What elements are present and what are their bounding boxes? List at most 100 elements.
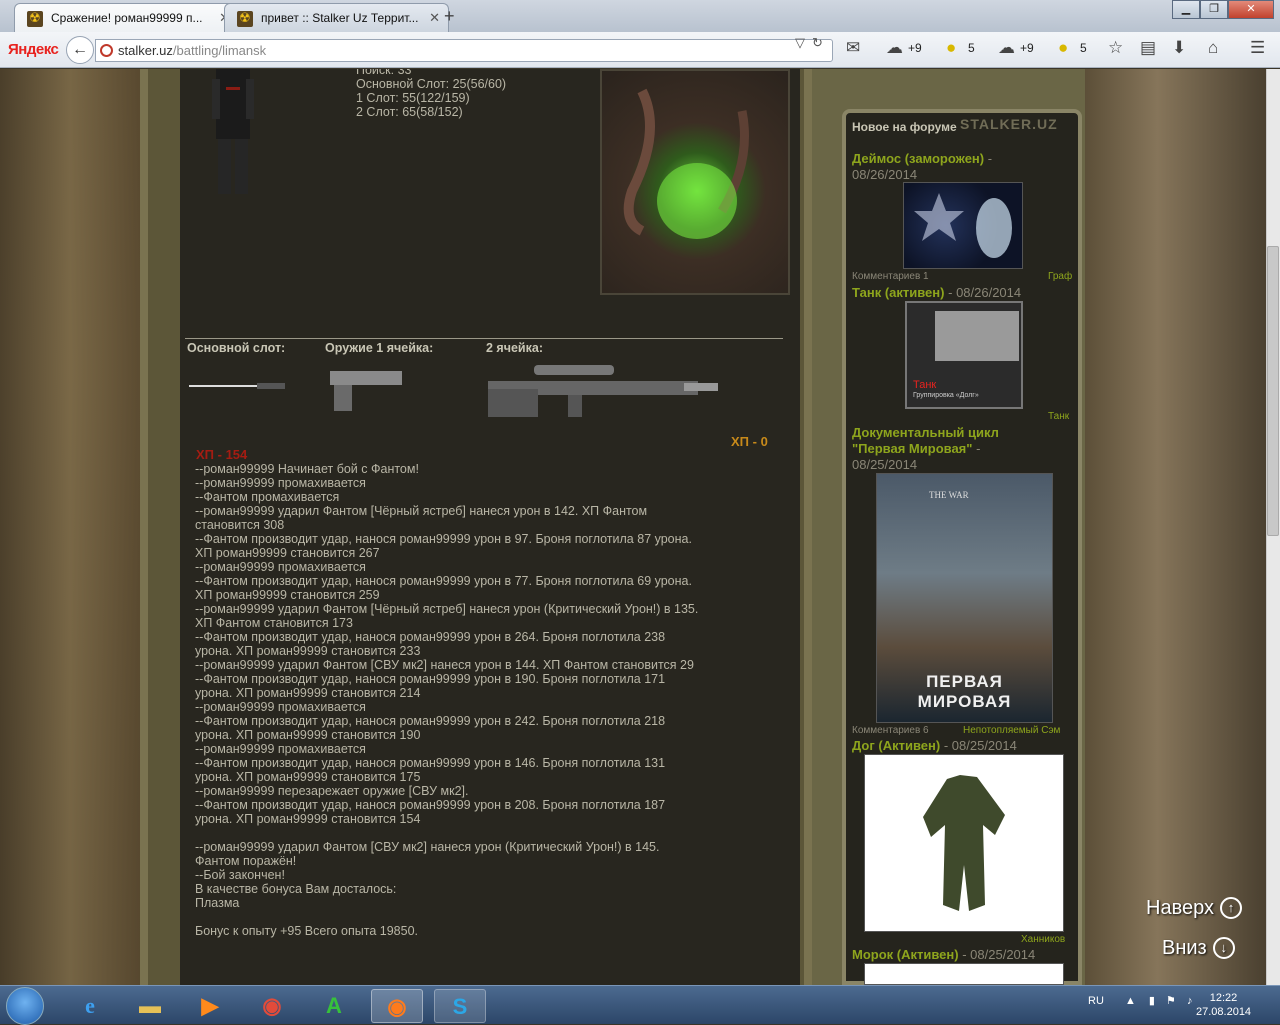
post-author[interactable]: Непотопляемый Сэм: [963, 725, 1060, 736]
log-line: Бонус к опыту +95 Всего опыта 19850.: [195, 924, 418, 938]
address-bar[interactable]: stalker.uz/battling/limansk: [95, 39, 833, 62]
new-tab-icon[interactable]: +: [444, 6, 455, 27]
tab-battle[interactable]: Сражение! роман99999 п... ✕: [14, 3, 239, 32]
sniper-rifle-icon[interactable]: [484, 359, 720, 423]
log-line: урона. ХП роман99999 становится 233: [195, 644, 421, 658]
maximize-icon[interactable]: ❐: [1200, 0, 1228, 19]
minimize-icon[interactable]: ▁: [1172, 0, 1200, 19]
sidebar-title: Новое на форуме: [852, 120, 957, 134]
logo-text: Яндекс: [8, 41, 59, 58]
download-icon[interactable]: ⬇: [1172, 38, 1186, 58]
pistol-icon[interactable]: [328, 367, 404, 413]
player-hp: ХП - 154: [196, 447, 248, 462]
traffic-icon[interactable]: ●: [946, 38, 956, 58]
player-avatar: [212, 69, 254, 194]
yandex-logo[interactable]: Яндекс: [8, 41, 59, 58]
flag-icon[interactable]: ⚑: [1166, 995, 1176, 1007]
comment-count[interactable]: Комментариев 1: [852, 271, 929, 282]
forum-post-title[interactable]: Деймос (заморожен) -: [852, 151, 992, 166]
dropdown-icon[interactable]: ▽: [795, 35, 805, 51]
tray-arrow-icon[interactable]: ▲: [1125, 995, 1136, 1007]
mail-icon[interactable]: ✉: [846, 38, 860, 58]
knife-icon[interactable]: [187, 379, 287, 393]
log-line: Фантом поражён!: [195, 854, 297, 868]
firefox-icon[interactable]: ◉: [371, 989, 423, 1023]
post-author[interactable]: Ханников: [1021, 934, 1065, 945]
forum-post-title[interactable]: "Первая Мировая" -: [852, 441, 980, 456]
cloud-rain-icon[interactable]: ☁: [886, 38, 903, 58]
log-line: урона. ХП роман99999 становится 214: [195, 686, 421, 700]
stat-line: Основной Слот: 25(56/60): [356, 77, 507, 91]
forum-post-title[interactable]: Документальный цикл: [852, 425, 999, 440]
back-button[interactable]: ←: [66, 36, 94, 64]
app-a-icon[interactable]: A: [308, 989, 360, 1023]
close-tab-icon[interactable]: ✕: [429, 10, 440, 26]
bookmarks-icon[interactable]: ▤: [1140, 38, 1156, 58]
page-viewport: Поиск: 33 Основной Слот: 25(56/60) 1 Сло…: [0, 69, 1266, 985]
post-date: 08/25/2014: [852, 457, 917, 472]
forum-post-title[interactable]: Морок (Активен) - 08/25/2014: [852, 947, 1035, 962]
post-author[interactable]: Граф: [1048, 271, 1072, 282]
post-thumbnail[interactable]: Танк Группировка «Долг»: [905, 301, 1023, 409]
chrome-icon[interactable]: ◉: [246, 989, 298, 1023]
network-icon[interactable]: ▮: [1149, 995, 1155, 1007]
tab-forum[interactable]: привет :: Stalker Uz Террит... ✕: [224, 3, 449, 32]
traffic-level[interactable]: 5: [1080, 41, 1087, 55]
date-text: 08/25/2014: [852, 457, 918, 472]
scroll-up-label: Наверх: [1146, 897, 1214, 919]
post-thumbnail[interactable]: [864, 754, 1064, 932]
media-player-icon[interactable]: ▶: [184, 989, 236, 1023]
post-link[interactable]: Дог (Активен): [852, 738, 940, 753]
clock[interactable]: 12:22 27.08.2014: [1196, 991, 1251, 1019]
log-line: --Фантом промахивается: [195, 490, 340, 504]
language-indicator[interactable]: RU: [1088, 995, 1104, 1007]
start-button[interactable]: [6, 987, 44, 1025]
forum-post-title[interactable]: Дог (Активен) - 08/25/2014: [852, 738, 1017, 753]
log-line: ХП Фантом становится 173: [195, 616, 353, 630]
log-line: урона. ХП роман99999 становится 190: [195, 728, 421, 742]
post-link[interactable]: Танк (активен): [852, 285, 944, 300]
explorer-folder-icon[interactable]: ▬: [124, 989, 176, 1023]
log-line: --роман99999 ударил Фантом [Чёрный ястре…: [195, 504, 648, 518]
log-line: --роман99999 ударил Фантом [Чёрный ястре…: [195, 602, 699, 616]
log-line: --Фантом производит удар, нанося роман99…: [195, 672, 666, 686]
close-window-icon[interactable]: ✕: [1228, 0, 1274, 19]
forum-post-title[interactable]: Танк (активен) - 08/26/2014: [852, 285, 1021, 300]
reload-icon[interactable]: ↻: [812, 35, 823, 51]
date-text: 08/26/2014: [956, 285, 1022, 300]
enemy-image: [600, 69, 790, 295]
post-thumbnail[interactable]: [864, 963, 1064, 985]
clock-time: 12:22: [1209, 992, 1238, 1004]
post-thumbnail[interactable]: THE WAR ПЕРВАЯ МИРОВАЯ: [876, 473, 1053, 723]
scroll-up-link[interactable]: Наверх ↑: [1146, 897, 1242, 920]
post-link[interactable]: Деймос (заморожен): [852, 151, 984, 166]
traffic-level[interactable]: 5: [968, 41, 975, 55]
internet-explorer-icon[interactable]: e: [64, 989, 116, 1023]
post-link[interactable]: "Первая Мировая": [852, 441, 972, 456]
tab-bar: Сражение! роман99999 п... ✕ привет :: St…: [0, 0, 1280, 32]
skype-icon[interactable]: S: [434, 989, 486, 1023]
menu-icon[interactable]: ☰: [1250, 38, 1265, 58]
scroll-down-label: Вниз: [1162, 937, 1207, 959]
weather-temp[interactable]: +9: [908, 41, 922, 55]
stat-line: 1 Слот: 55(122/159): [356, 91, 470, 105]
post-link[interactable]: Морок (Активен): [852, 947, 959, 962]
post-link[interactable]: Документальный цикл: [852, 425, 999, 440]
post-author[interactable]: Танк: [1048, 411, 1069, 422]
home-icon[interactable]: ⌂: [1208, 38, 1218, 58]
poster-title: ПЕРВАЯ МИРОВАЯ: [917, 672, 1012, 711]
traffic-icon[interactable]: ●: [1058, 38, 1068, 58]
scrollbar-thumb[interactable]: [1267, 246, 1279, 536]
date-text: 08/25/2014: [951, 738, 1017, 753]
star-icon[interactable]: ☆: [1108, 38, 1123, 58]
volume-icon[interactable]: ♪: [1187, 995, 1193, 1007]
post-thumbnail[interactable]: [903, 182, 1023, 269]
scroll-down-link[interactable]: Вниз ↓: [1162, 937, 1235, 960]
weather-temp[interactable]: +9: [1020, 41, 1034, 55]
comment-count[interactable]: Комментариев 6: [852, 725, 929, 736]
cloud-rain-icon[interactable]: ☁: [998, 38, 1015, 58]
background-art: [1085, 69, 1266, 985]
log-line: Плазма: [195, 896, 240, 910]
log-line: --роман99999 ударил Фантом [СВУ мк2] нан…: [195, 658, 694, 672]
